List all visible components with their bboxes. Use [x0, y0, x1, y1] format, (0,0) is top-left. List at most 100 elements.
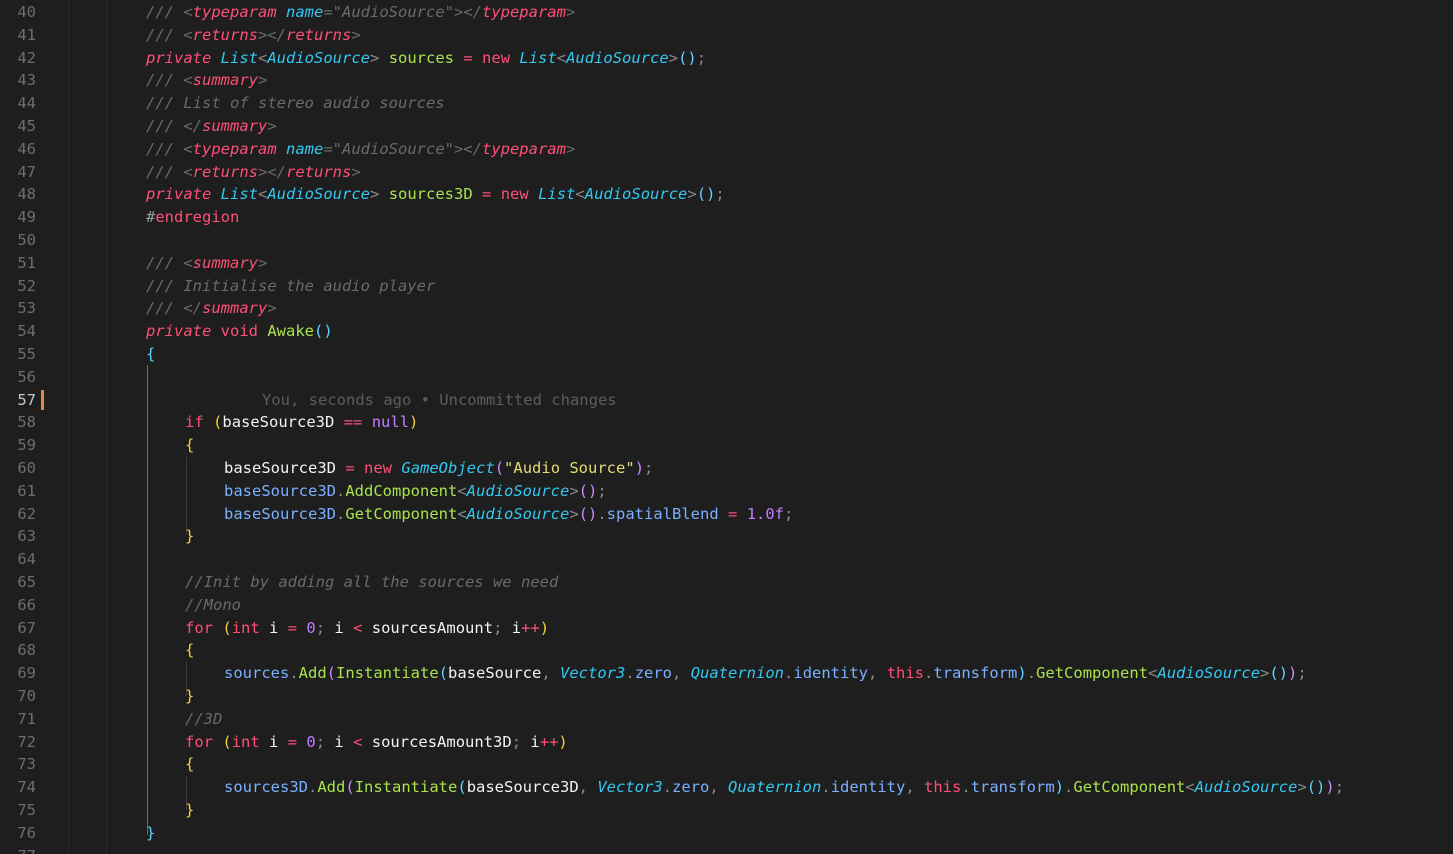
modified-line-marker[interactable]: [41, 389, 44, 410]
code-line[interactable]: 48 private List<AudioSource> sources3D = …: [0, 183, 1453, 206]
code-line[interactable]: 46/// <typeparam name="AudioSource"></ty…: [0, 138, 1453, 161]
line-number: 64: [17, 550, 36, 569]
code-line[interactable]: 42 private List<AudioSource> sources = ne…: [0, 47, 1453, 70]
code-token: <: [575, 185, 585, 204]
code-token: AudioSource: [584, 185, 688, 204]
code-token: GetComponent: [1036, 664, 1149, 683]
code-line[interactable]: 67 for (int i = 0; i < sourcesAmount; i++…: [0, 617, 1453, 640]
code-line[interactable]: 74 sources3D.Add(Instantiate(baseSource3D…: [0, 776, 1453, 799]
code-line[interactable]: 41/// <returns></returns>: [0, 24, 1453, 47]
code-line[interactable]: 44 /// List of stereo audio sources: [0, 92, 1453, 115]
code-token: (: [438, 664, 449, 683]
line-number: 76: [17, 823, 36, 842]
code-token: >: [565, 139, 576, 158]
code-token: typeparam: [481, 139, 566, 158]
code-token: typeparam: [481, 3, 566, 21]
code-line[interactable]: 73 {: [0, 753, 1453, 776]
code-token: returns: [286, 25, 352, 44]
code-token: ): [1054, 778, 1065, 797]
code-token: (: [457, 778, 467, 797]
code-line[interactable]: 64: [0, 548, 1453, 571]
code-token: baseSource3D: [224, 504, 336, 523]
code-line[interactable]: 76}: [0, 822, 1453, 845]
code-token: ;: [597, 481, 607, 500]
code-token: /// <: [146, 25, 193, 44]
code-line[interactable]: 54 private void Awake(): [0, 320, 1453, 343]
code-token: >: [267, 299, 277, 318]
code-line[interactable]: 59 {: [0, 434, 1453, 457]
code-line[interactable]: 77: [0, 845, 1453, 854]
code-token: sources: [224, 664, 290, 683]
line-number: 56: [17, 367, 36, 386]
code-token: 1.0f: [746, 504, 785, 523]
code-token: i: [259, 732, 288, 751]
code-line[interactable]: 62 baseSource3D.GetComponent<AudioSource>…: [0, 503, 1453, 526]
code-line[interactable]: 43 /// <summary>: [0, 69, 1453, 92]
line-number: 54: [17, 322, 36, 341]
code-line[interactable]: 45 /// </summary>: [0, 115, 1453, 138]
code-line[interactable]: 55 {: [0, 343, 1453, 366]
code-token: zero: [634, 664, 673, 683]
code-line[interactable]: 66 //Mono: [0, 594, 1453, 617]
code-token: ): [1017, 664, 1027, 683]
code-token: ): [539, 618, 550, 637]
code-line[interactable]: 71 //3D: [0, 708, 1453, 731]
code-line[interactable]: 57 You, seconds ago • Uncommitted changes: [0, 389, 1453, 412]
code-line[interactable]: 60 baseSource3D = new GameObject("Audio S…: [0, 457, 1453, 480]
code-line[interactable]: 70}: [0, 685, 1453, 708]
code-token: 0: [306, 732, 316, 751]
code-line[interactable]: 63}: [0, 525, 1453, 548]
code-token: null: [371, 413, 410, 432]
line-number: 70: [17, 687, 36, 705]
code-token: zero: [672, 778, 710, 797]
code-token: name: [286, 3, 324, 21]
code-line[interactable]: 72 for (int i = 0; i < sourcesAmount3D; i…: [0, 731, 1453, 754]
code-token: typeparam: [192, 139, 277, 158]
code-token: >: [1297, 778, 1307, 797]
code-token: GetComponent: [1073, 778, 1186, 797]
code-editor[interactable]: 40/// <typeparam name="AudioSource"></ty…: [0, 0, 1453, 854]
code-line[interactable]: 52 /// Initialise the audio player: [0, 275, 1453, 298]
code-line[interactable]: 56: [0, 366, 1453, 389]
code-line[interactable]: 68 {: [0, 639, 1453, 662]
code-token: i: [259, 618, 288, 637]
code-text: }: [146, 822, 155, 845]
code-token: ++: [521, 618, 540, 637]
code-line[interactable]: 47/// <returns></returns>: [0, 161, 1453, 184]
code-text: for (int i = 0; i < sourcesAmount; i++): [185, 617, 549, 640]
code-line[interactable]: 69 sources.Add(Instantiate(baseSource, Ve…: [0, 662, 1453, 685]
code-line[interactable]: 75}: [0, 799, 1453, 822]
code-text: }: [185, 525, 194, 548]
code-token: /// <: [146, 139, 193, 158]
code-token: baseSource3D: [224, 481, 336, 500]
code-token: .: [597, 504, 607, 523]
line-number: 61: [17, 481, 36, 500]
code-line[interactable]: 40/// <typeparam name="AudioSource"></ty…: [0, 1, 1453, 24]
code-text: {: [185, 753, 194, 776]
code-line[interactable]: 65 //Init by adding all the sources we ne…: [0, 571, 1453, 594]
code-line[interactable]: 50: [0, 229, 1453, 252]
code-token: ,: [672, 664, 691, 683]
code-token: <: [1185, 778, 1195, 797]
code-token: ;: [1297, 664, 1307, 683]
code-token: =: [463, 48, 473, 67]
code-text: /// </summary>: [146, 297, 277, 320]
code-token: >: [565, 3, 576, 21]
code-line[interactable]: 58 if (baseSource3D == null): [0, 411, 1453, 434]
code-token: <: [353, 732, 363, 751]
code-line[interactable]: 49 #endregion: [0, 206, 1453, 229]
code-token: (: [326, 664, 337, 683]
code-line[interactable]: 61 baseSource3D.AddComponent<AudioSource>…: [0, 480, 1453, 503]
code-token: typeparam: [192, 3, 277, 21]
code-text: {: [185, 434, 194, 457]
code-token: sources: [388, 48, 455, 67]
code-line[interactable]: 53 /// </summary>: [0, 297, 1453, 320]
code-token: sources3D: [224, 778, 308, 797]
code-line[interactable]: 51 /// <summary>: [0, 252, 1453, 275]
